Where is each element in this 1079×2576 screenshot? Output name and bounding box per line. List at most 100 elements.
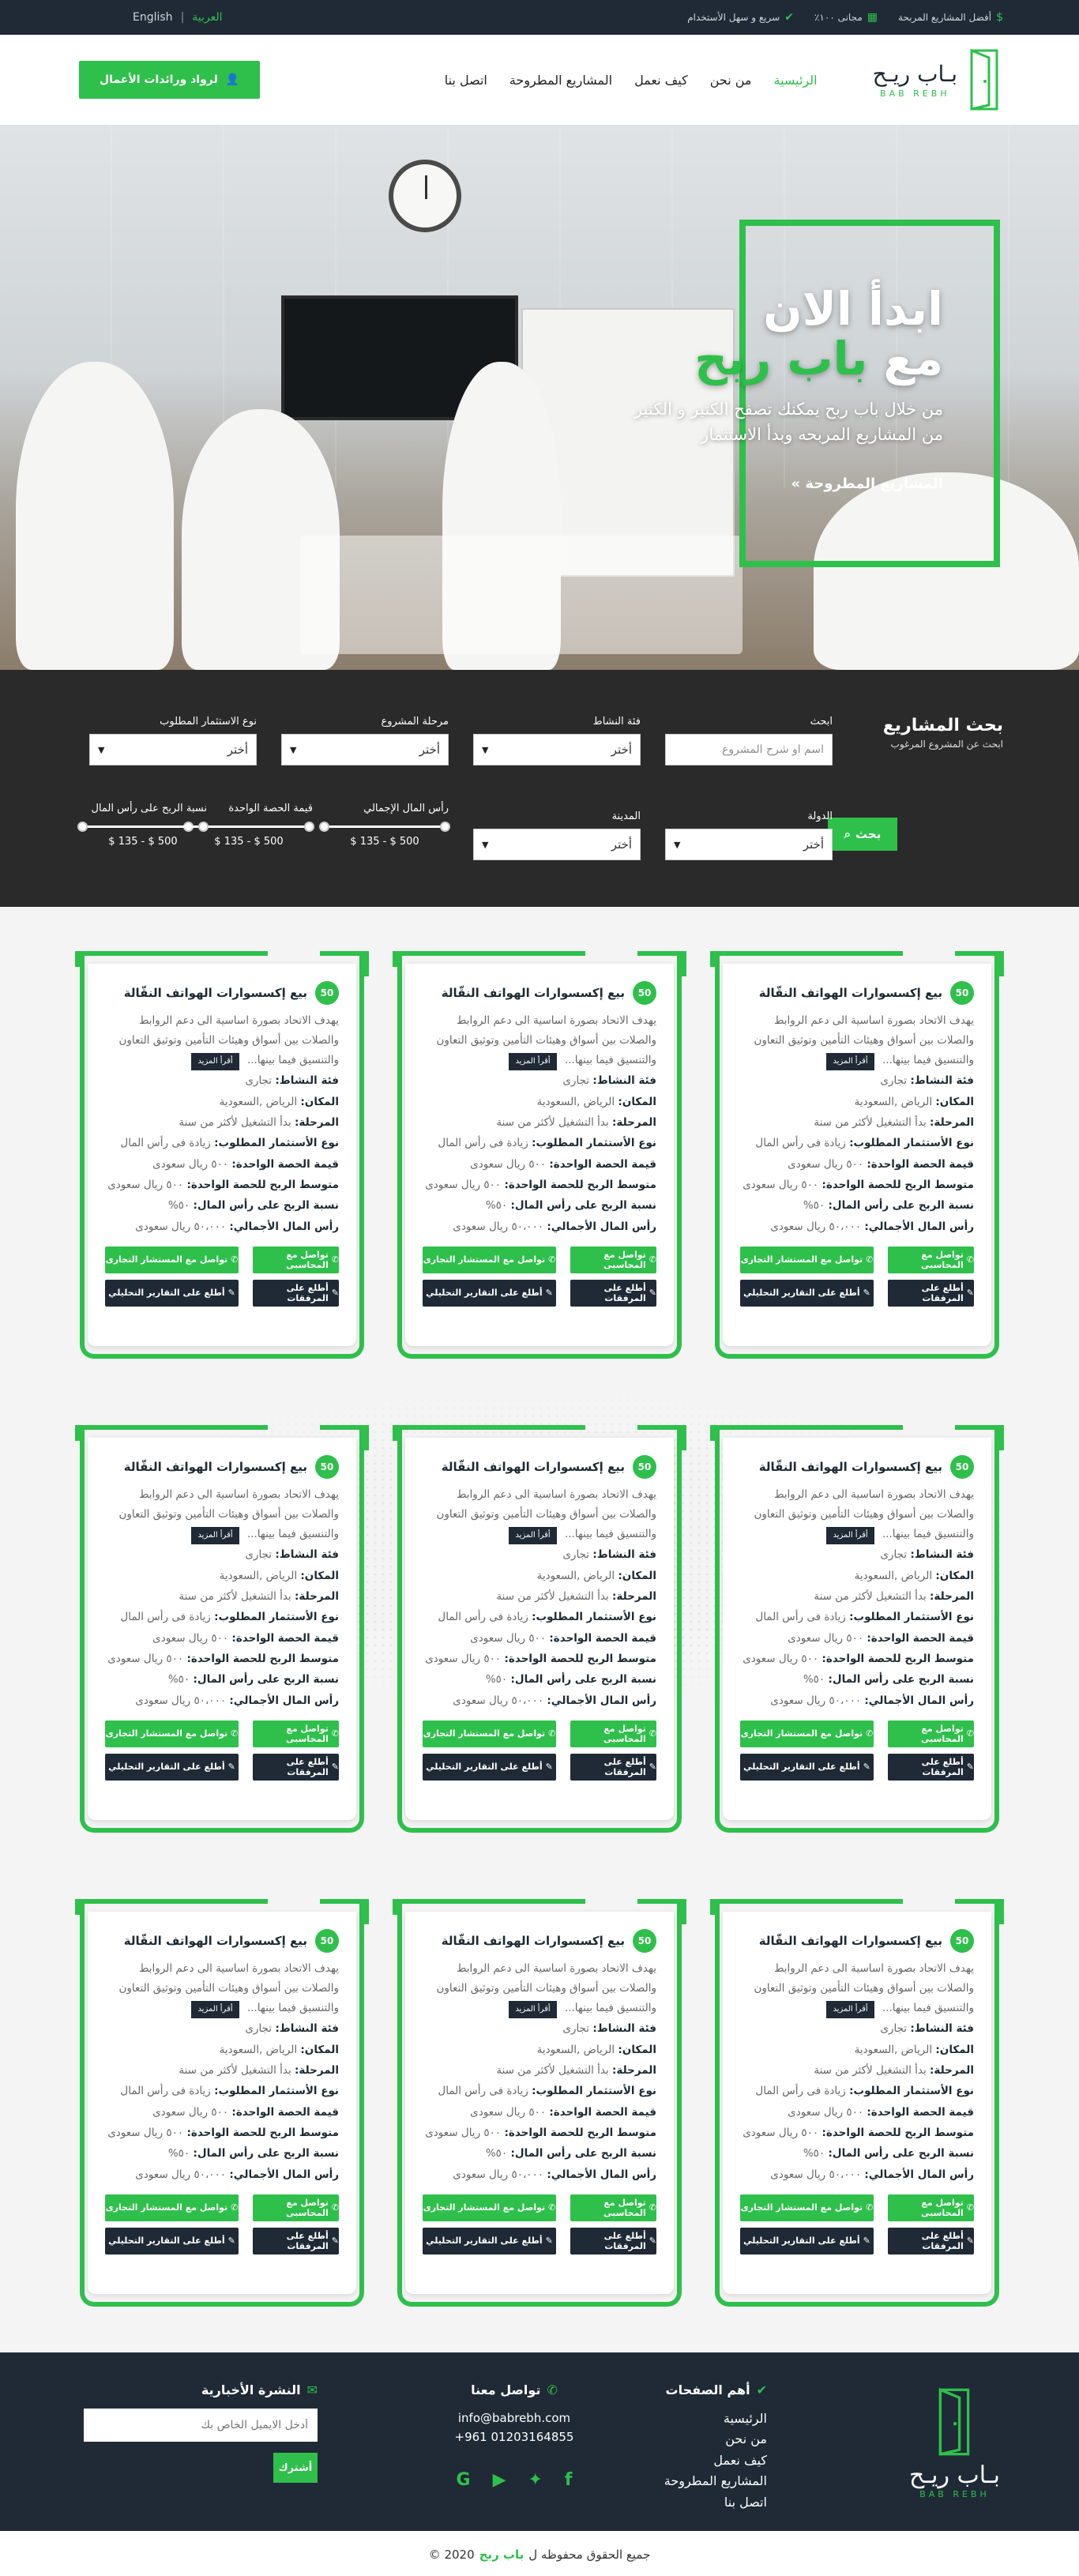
footer-link-home[interactable]: الرئيسية	[664, 2409, 767, 2429]
nav-item-contact[interactable]: اتصل بنا	[445, 73, 487, 88]
nav-item-about[interactable]: من نحن	[710, 73, 752, 88]
profit-ratio-range-track[interactable]	[77, 822, 209, 832]
social-links: G ▶ ✦ f	[423, 2470, 605, 2490]
project-title-link[interactable]: بيع إكسسوارات الهواتف النقّالة	[759, 1460, 942, 1474]
read-more-button[interactable]: أقرأ المزيد	[826, 1052, 874, 1071]
project-detail-row: المكان: الرياض ,السعودية	[105, 2040, 339, 2060]
activity-select[interactable]: أختر ▼	[473, 734, 641, 765]
footer-link-projects[interactable]: المشاريع المطروحة	[664, 2471, 767, 2491]
google-icon[interactable]: G	[457, 2470, 471, 2490]
read-more-button[interactable]: أقرأ المزيد	[509, 1052, 557, 1071]
nav-item-projects[interactable]: المشاريع المطروحة	[509, 73, 612, 88]
twitter-icon[interactable]: ✦	[528, 2470, 542, 2490]
contact-accountant-button[interactable]: ✆ تواصل مع المحاسبى	[887, 1246, 974, 1273]
view-reports-button[interactable]: ✎ أطلع على التقارير التحليلي	[105, 1753, 239, 1781]
view-reports-button[interactable]: ✎ أطلع على التقارير التحليلي	[105, 1279, 239, 1307]
detail-value: زيادة فى رأس المال	[755, 2085, 846, 2098]
read-more-button[interactable]: أقرأ المزيد	[191, 1526, 239, 1545]
nav-item-home[interactable]: الرئيسية	[774, 73, 818, 88]
city-select[interactable]: أختر ▼	[473, 829, 641, 860]
entrepreneurs-button[interactable]: 👤 لرواد ورائدات الأعمال	[79, 61, 261, 99]
view-attachments-button[interactable]: ✎ أطلع على المرفقات	[887, 1279, 974, 1307]
contact-accountant-button[interactable]: ✆ تواصل مع المحاسبى	[570, 2194, 656, 2221]
footer-logo[interactable]: بـاب ريـح BAB REBH	[909, 2387, 1000, 2499]
contact-accountant-button[interactable]: ✆ تواصل مع المحاسبى	[252, 1720, 339, 1747]
site-logo[interactable]: بـاب ريـح BAB REBH	[873, 48, 1000, 111]
stage-select[interactable]: أختر ▼	[281, 734, 449, 765]
contact-consultant-button[interactable]: ✆ تواصل مع المستشار التجارى	[740, 2194, 874, 2221]
project-title-link[interactable]: بيع إكسسوارات الهواتف النقّالة	[442, 1460, 625, 1474]
view-attachments-button[interactable]: ✎ أطلع على المرفقات	[570, 1279, 656, 1307]
read-more-button[interactable]: أقرأ المزيد	[509, 1526, 557, 1545]
contact-accountant-button[interactable]: ✆ تواصل مع المحاسبى	[252, 1246, 339, 1273]
footer-email[interactable]: info@babrebh.com	[423, 2409, 605, 2427]
contact-accountant-button[interactable]: ✆ تواصل مع المحاسبى	[570, 1246, 656, 1273]
read-more-button[interactable]: أقرأ المزيد	[826, 1526, 874, 1545]
youtube-icon[interactable]: ▶	[493, 2470, 506, 2490]
contact-consultant-button[interactable]: ✆ تواصل مع المستشار التجارى	[105, 1246, 239, 1273]
contact-consultant-button[interactable]: ✆ تواصل مع المستشار التجارى	[740, 1720, 874, 1747]
range-max-handle[interactable]	[440, 822, 450, 832]
range-min-handle[interactable]	[319, 822, 329, 832]
view-attachments-button[interactable]: ✎ أطلع على المرفقات	[252, 1279, 339, 1307]
view-attachments-button[interactable]: ✎ أطلع على المرفقات	[252, 2227, 339, 2254]
contact-accountant-label: تواصل مع المحاسبى	[603, 1723, 646, 1744]
nav-item-how-we-work[interactable]: كيف نعمل	[634, 73, 688, 88]
read-more-button[interactable]: أقرأ المزيد	[191, 2000, 239, 2019]
project-title-link[interactable]: بيع إكسسوارات الهواتف النقّالة	[124, 986, 307, 1000]
project-detail-row: المكان: الرياض ,السعودية	[740, 1092, 974, 1112]
project-title-link[interactable]: بيع إكسسوارات الهواتف النقّالة	[759, 986, 942, 1000]
contact-accountant-button[interactable]: ✆ تواصل مع المحاسبى	[252, 2194, 339, 2221]
range-max-handle[interactable]	[304, 822, 314, 832]
capital-range-track[interactable]	[319, 822, 450, 832]
view-reports-button[interactable]: ✎ أطلع على التقارير التحليلي	[740, 1279, 874, 1307]
capital-range-label: رأس المال الإجمالي	[363, 803, 449, 814]
view-reports-button[interactable]: ✎ أطلع على التقارير التحليلي	[423, 1753, 556, 1781]
subscribe-button[interactable]: أشترك	[273, 2453, 318, 2483]
footer-link-about[interactable]: من نحن	[664, 2429, 767, 2450]
footer-link-contact[interactable]: اتصل بنا	[664, 2492, 767, 2513]
read-more-button[interactable]: أقرأ المزيد	[826, 2000, 874, 2019]
view-attachments-button[interactable]: ✎ أطلع على المرفقات	[887, 1753, 974, 1781]
search-query-input[interactable]: اسم او شرح المشروع	[665, 734, 833, 765]
view-reports-button[interactable]: ✎ أطلع على التقارير التحليلي	[105, 2227, 239, 2254]
contact-consultant-button[interactable]: ✆ تواصل مع المستشار التجارى	[740, 1246, 874, 1273]
view-attachments-button[interactable]: ✎ أطلع على المرفقات	[570, 2227, 656, 2254]
view-attachments-button[interactable]: ✎ أطلع على المرفقات	[570, 1753, 656, 1781]
facebook-icon[interactable]: f	[565, 2470, 573, 2490]
contact-accountant-button[interactable]: ✆ تواصل مع المحاسبى	[887, 1720, 974, 1747]
project-title-link[interactable]: بيع إكسسوارات الهواتف النقّالة	[759, 1934, 942, 1948]
newsletter-email-input[interactable]	[84, 2409, 318, 2442]
range-max-handle[interactable]	[198, 822, 209, 832]
project-title-link[interactable]: بيع إكسسوارات الهواتف النقّالة	[442, 986, 625, 1000]
view-reports-button[interactable]: ✎ أطلع على التقارير التحليلي	[740, 1753, 874, 1781]
project-title-link[interactable]: بيع إكسسوارات الهواتف النقّالة	[124, 1934, 307, 1948]
lang-arabic-link[interactable]: العربية	[192, 11, 222, 24]
view-reports-button[interactable]: ✎ أطلع على التقارير التحليلي	[423, 2227, 556, 2254]
contact-consultant-button[interactable]: ✆ تواصل مع المستشار التجارى	[423, 1720, 556, 1747]
contact-consultant-button[interactable]: ✆ تواصل مع المستشار التجارى	[105, 2194, 239, 2221]
footer-link-how[interactable]: كيف نعمل	[664, 2450, 767, 2471]
contact-accountant-button[interactable]: ✆ تواصل مع المحاسبى	[570, 1720, 656, 1747]
country-select[interactable]: أختر ▼	[665, 829, 833, 860]
view-attachments-button[interactable]: ✎ أطلع على المرفقات	[887, 2227, 974, 2254]
contact-accountant-button[interactable]: ✆ تواصل مع المحاسبى	[887, 2194, 974, 2221]
range-min-handle[interactable]	[77, 822, 88, 832]
view-attachments-button[interactable]: ✎ أطلع على المرفقات	[252, 1753, 339, 1781]
project-title-link[interactable]: بيع إكسسوارات الهواتف النقّالة	[124, 1460, 307, 1474]
read-more-button[interactable]: أقرأ المزيد	[509, 2000, 557, 2019]
detail-key: قيمة الحصة الواحدة:	[231, 1157, 339, 1171]
contact-consultant-button[interactable]: ✆ تواصل مع المستشار التجارى	[423, 1246, 556, 1273]
view-reports-button[interactable]: ✎ أطلع على التقارير التحليلي	[740, 2227, 874, 2254]
lang-english-link[interactable]: English	[133, 11, 173, 24]
read-more-button[interactable]: أقرأ المزيد	[191, 1052, 239, 1071]
hero-projects-link[interactable]: المشاريع المطروحة »	[791, 476, 943, 492]
search-button[interactable]: بحث ⌕	[828, 818, 897, 851]
view-reports-button[interactable]: ✎ أطلع على التقارير التحليلي	[423, 1279, 556, 1307]
footer-phone[interactable]: +961 01203164855	[423, 2427, 605, 2446]
contact-consultant-button[interactable]: ✆ تواصل مع المستشار التجارى	[105, 1720, 239, 1747]
project-title-link[interactable]: بيع إكسسوارات الهواتف النقّالة	[442, 1934, 625, 1948]
invest-type-select[interactable]: أختر ▼	[89, 734, 257, 765]
contact-consultant-button[interactable]: ✆ تواصل مع المستشار التجارى	[423, 2194, 556, 2221]
contact-consultant-label: تواصل مع المستشار التجارى	[105, 1254, 228, 1265]
